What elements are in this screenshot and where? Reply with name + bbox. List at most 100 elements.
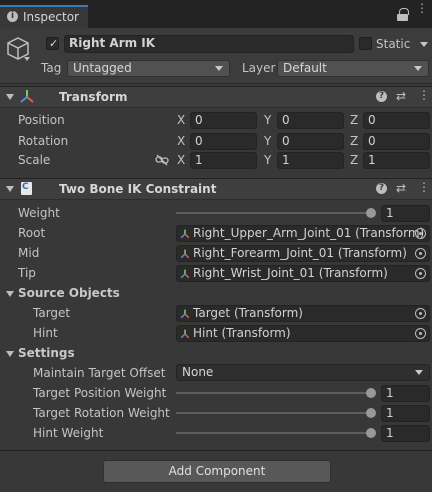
position-y-field[interactable]: 0: [277, 112, 344, 129]
target-rotation-weight-field[interactable]: 1: [381, 405, 430, 422]
scale-z-field[interactable]: 1: [363, 152, 430, 169]
add-component-label: Add Component: [168, 464, 266, 478]
target-rotation-weight-label: Target Rotation Weight: [33, 406, 170, 420]
target-object-field[interactable]: Target (Transform): [176, 305, 430, 322]
hint-object-field[interactable]: Hint (Transform): [176, 325, 430, 342]
target-position-weight-label: Target Position Weight: [33, 386, 167, 400]
object-picker-icon[interactable]: [415, 308, 426, 319]
constrain-proportions-icon[interactable]: [155, 154, 169, 166]
foldout-arrow-icon[interactable]: [6, 351, 14, 357]
target-position-slider-track[interactable]: [176, 392, 372, 394]
active-checkbox[interactable]: ✓: [46, 37, 59, 50]
position-x-field[interactable]: 0: [190, 112, 257, 129]
scale-y-field[interactable]: 1: [277, 152, 344, 169]
scale-x-field[interactable]: 1: [190, 152, 257, 169]
source-objects-title[interactable]: Source Objects: [18, 286, 120, 300]
object-picker-icon[interactable]: [415, 228, 426, 239]
y-axis-label[interactable]: Y: [264, 134, 271, 148]
static-label: Static: [376, 37, 411, 51]
transform-icon: [180, 309, 190, 319]
rotation-label: Rotation: [18, 134, 69, 148]
cube-dropdown-icon[interactable]: [24, 57, 30, 61]
static-checkbox[interactable]: [359, 37, 372, 50]
transform-icon: [180, 329, 190, 339]
tag-dropdown[interactable]: Untagged: [67, 60, 230, 77]
add-component-button[interactable]: Add Component: [103, 460, 331, 483]
object-name-input[interactable]: Right Arm IK: [64, 35, 354, 53]
foldout-arrow-icon[interactable]: [6, 291, 14, 297]
target-rotation-slider-knob[interactable]: [366, 408, 376, 418]
x-axis-label[interactable]: X: [177, 113, 185, 127]
chevron-down-icon: [215, 66, 223, 71]
chevron-down-icon: [415, 370, 423, 375]
hint-weight-slider-knob[interactable]: [366, 428, 376, 438]
rotation-z-field[interactable]: 0: [363, 133, 430, 150]
object-picker-icon[interactable]: [415, 328, 426, 339]
z-axis-label[interactable]: Z: [350, 113, 358, 127]
hint-weight-field[interactable]: 1: [381, 425, 430, 442]
script-icon: C: [21, 182, 32, 195]
settings-title[interactable]: Settings: [18, 346, 75, 360]
z-axis-label[interactable]: Z: [350, 134, 358, 148]
help-icon[interactable]: ?: [376, 183, 387, 194]
weight-field[interactable]: 1: [381, 205, 430, 222]
target-position-slider-knob[interactable]: [366, 388, 376, 398]
chevron-down-icon: [414, 66, 422, 71]
maintain-offset-dropdown[interactable]: None: [176, 364, 430, 381]
checkmark-icon: ✓: [49, 37, 59, 50]
root-object-field[interactable]: Right_Upper_Arm_Joint_01 (Transform): [176, 225, 430, 242]
tab-menu-icon[interactable]: ⋮: [416, 2, 428, 14]
target-value: Target (Transform): [193, 306, 303, 320]
rotation-x-field[interactable]: 0: [190, 133, 257, 150]
weight-label: Weight: [18, 206, 60, 220]
tip-value: Right_Wrist_Joint_01 (Transform): [193, 266, 388, 280]
divider: [0, 450, 432, 451]
static-dropdown-icon[interactable]: [420, 42, 428, 47]
transform-icon: [180, 249, 190, 259]
component-menu-icon[interactable]: ⋮: [418, 180, 430, 194]
object-picker-icon[interactable]: [415, 248, 426, 259]
preset-icon[interactable]: ⇄: [396, 181, 406, 195]
weight-slider-knob[interactable]: [366, 208, 376, 218]
y-axis-label[interactable]: Y: [264, 153, 271, 167]
hint-weight-slider-track[interactable]: [176, 432, 372, 434]
position-label: Position: [18, 113, 65, 127]
maintain-offset-value: None: [182, 365, 214, 379]
transform-icon: [180, 229, 190, 239]
preset-icon[interactable]: ⇄: [396, 89, 406, 103]
hint-weight-label: Hint Weight: [33, 426, 104, 440]
y-axis-label[interactable]: Y: [264, 113, 271, 127]
info-icon: i: [7, 11, 18, 22]
transform-icon: [20, 90, 34, 103]
help-icon[interactable]: ?: [376, 91, 387, 102]
hint-label: Hint: [33, 326, 58, 340]
mid-value: Right_Forearm_Joint_01 (Transform): [193, 246, 407, 260]
component-menu-icon[interactable]: ⋮: [418, 88, 430, 102]
transform-icon: [180, 269, 190, 279]
x-axis-label[interactable]: X: [177, 134, 185, 148]
foldout-arrow-icon[interactable]: [6, 94, 14, 100]
layer-label: Layer: [242, 61, 276, 75]
rotation-y-field[interactable]: 0: [277, 133, 344, 150]
tab-title: Inspector: [23, 10, 79, 24]
tip-object-field[interactable]: Right_Wrist_Joint_01 (Transform): [176, 265, 430, 282]
tag-label: Tag: [41, 61, 62, 75]
root-value: Right_Upper_Arm_Joint_01 (Transform): [193, 226, 425, 240]
foldout-arrow-icon[interactable]: [6, 186, 14, 192]
layer-dropdown[interactable]: Default: [277, 60, 429, 77]
z-axis-label[interactable]: Z: [350, 153, 358, 167]
tip-label: Tip: [18, 266, 36, 280]
target-rotation-slider-track[interactable]: [176, 412, 372, 414]
position-z-field[interactable]: 0: [363, 112, 430, 129]
x-axis-label[interactable]: X: [177, 153, 185, 167]
mid-object-field[interactable]: Right_Forearm_Joint_01 (Transform): [176, 245, 430, 262]
hint-value: Hint (Transform): [193, 326, 291, 340]
tag-value: Untagged: [73, 61, 132, 75]
mid-label: Mid: [18, 246, 40, 260]
transform-title: Transform: [59, 90, 128, 104]
object-picker-icon[interactable]: [415, 268, 426, 279]
tab-inspector[interactable]: i Inspector: [0, 5, 88, 28]
layer-value: Default: [283, 61, 327, 75]
weight-slider-track[interactable]: [176, 212, 372, 214]
target-position-weight-field[interactable]: 1: [381, 385, 430, 402]
